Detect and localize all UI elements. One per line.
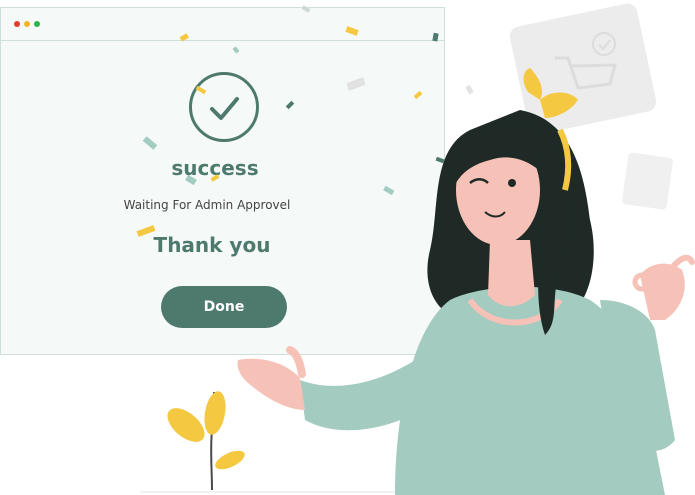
maximize-window-dot[interactable] bbox=[34, 21, 40, 27]
done-button[interactable]: Done bbox=[161, 286, 287, 328]
plant-decoration bbox=[140, 391, 440, 493]
thank-you-heading: Thank you bbox=[153, 233, 271, 257]
shopping-cart-icon bbox=[509, 3, 673, 210]
window-titlebar bbox=[1, 8, 444, 41]
close-window-dot[interactable] bbox=[14, 21, 20, 27]
check-icon bbox=[189, 72, 259, 142]
minimize-window-dot[interactable] bbox=[24, 21, 30, 27]
success-title: success bbox=[171, 156, 259, 180]
status-message: Waiting For Admin Approvel bbox=[123, 198, 291, 212]
success-dialog-window: success Waiting For Admin Approvel Thank… bbox=[0, 7, 445, 355]
